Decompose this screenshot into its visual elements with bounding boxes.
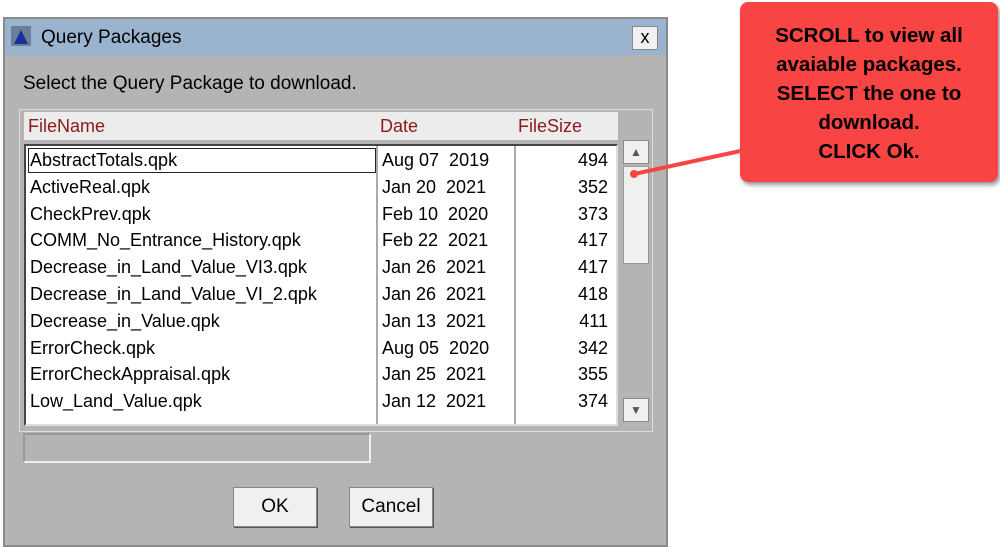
- instruction-callout: SCROLL to view all avaiable packages. SE…: [740, 2, 998, 182]
